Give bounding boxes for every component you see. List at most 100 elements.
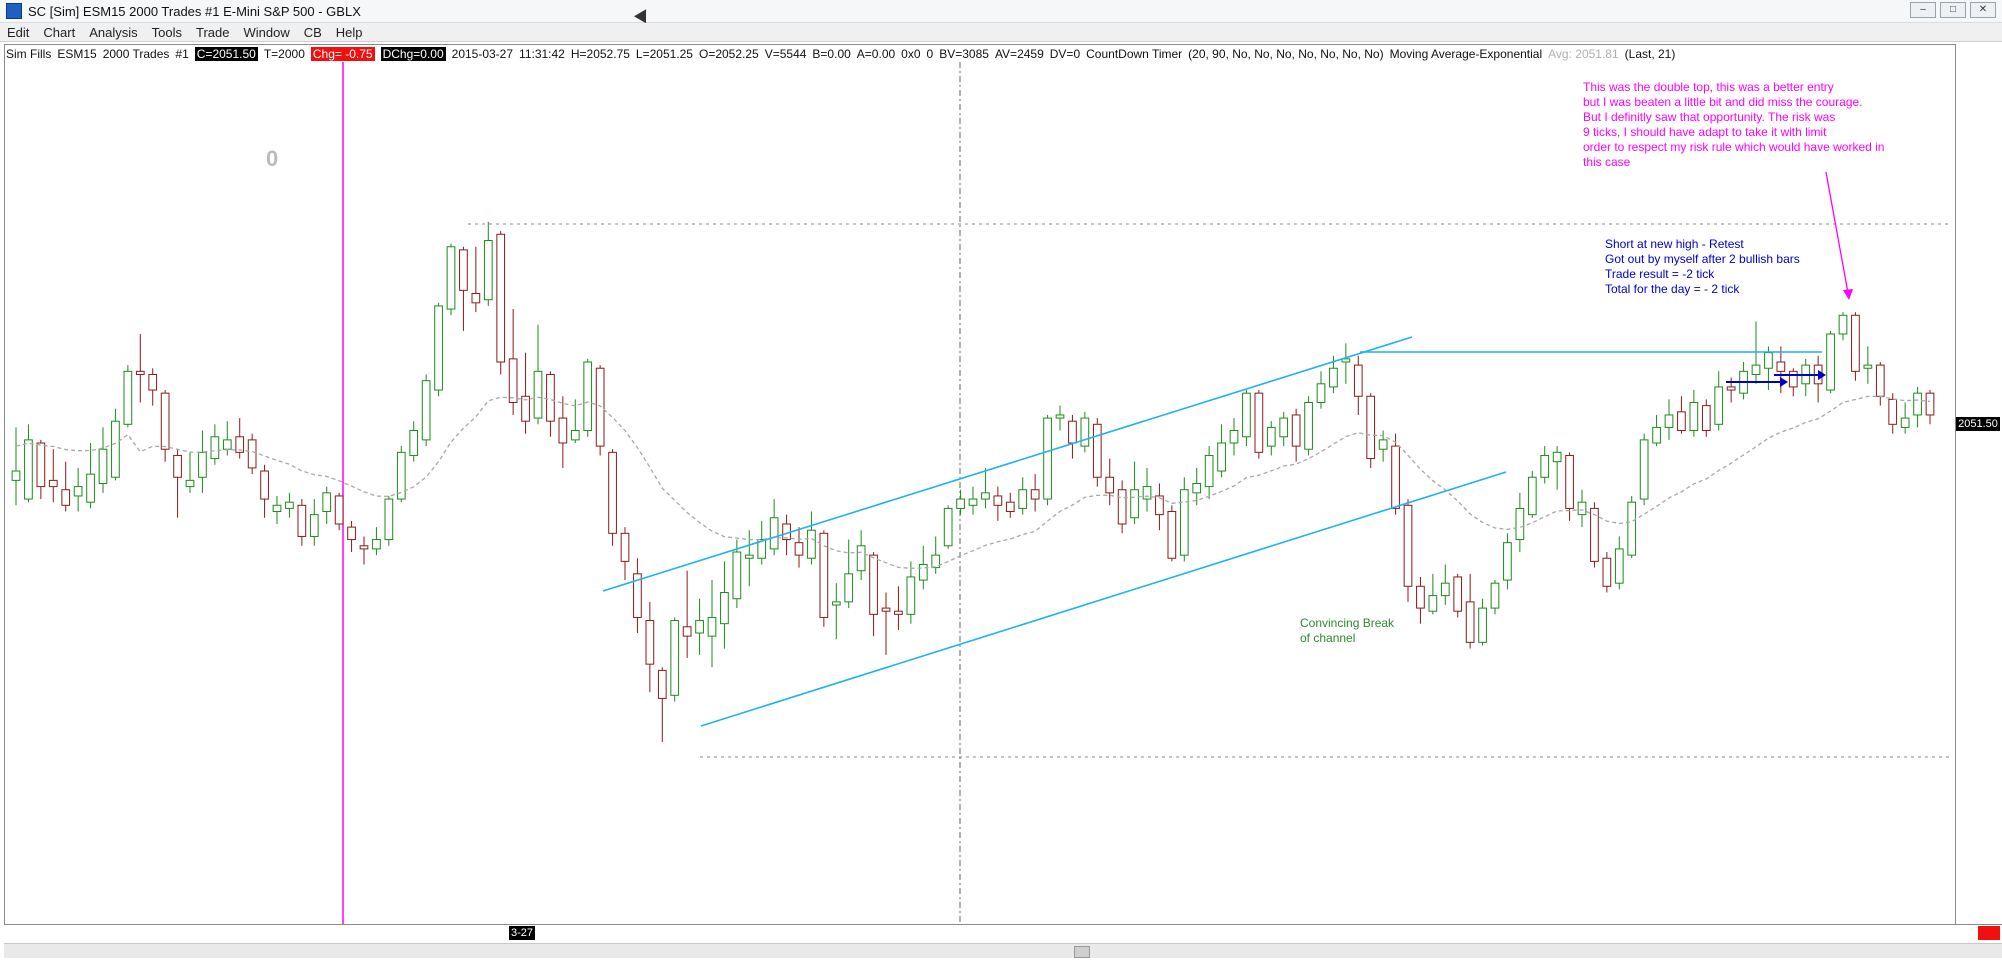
note-line: order to respect my risk rule which woul… <box>1583 140 1885 154</box>
candle-body <box>173 454 182 478</box>
candle-body <box>1863 364 1873 369</box>
price-axis[interactable] <box>1955 44 2002 924</box>
candle-body <box>1602 557 1612 587</box>
pointer-arrow-icon <box>1825 171 1849 294</box>
time-value: 11:31:42 <box>519 47 565 61</box>
candle-body <box>260 470 269 500</box>
candle-body <box>968 498 978 506</box>
candle-body <box>1329 367 1338 388</box>
candle-body <box>372 539 381 550</box>
date-value: 2015-03-27 <box>451 47 514 61</box>
candle-body <box>111 420 120 478</box>
candle-body <box>1565 454 1574 509</box>
candle-body <box>608 451 617 534</box>
horizontal-scrollbar[interactable] <box>4 943 2002 958</box>
candle-body <box>1875 364 1885 397</box>
candle-body <box>869 554 878 615</box>
candle-body <box>1627 501 1637 556</box>
bid-ask-size: 0x0 <box>901 47 921 61</box>
candle-body <box>61 489 71 506</box>
candle-body <box>48 479 58 488</box>
candle-body <box>1751 364 1761 375</box>
candle-body <box>347 526 356 541</box>
candle-body <box>123 370 133 425</box>
candle-body <box>1540 454 1550 478</box>
candle-body <box>1179 489 1189 556</box>
candle-body <box>309 514 319 537</box>
candle-body <box>384 498 394 541</box>
candle-body <box>682 626 692 637</box>
candle-body <box>483 240 493 301</box>
candle-body <box>1888 398 1898 425</box>
candle-body <box>297 504 307 537</box>
candle-body <box>409 430 419 456</box>
candle-body <box>794 542 804 556</box>
candle-body <box>1217 442 1226 472</box>
candle-body <box>185 479 195 488</box>
note-line: Short at new high - Retest <box>1605 237 1744 251</box>
change-value: Chg= -0.75 <box>310 47 375 61</box>
candle-body <box>1677 411 1686 432</box>
chart-number: #1 <box>175 47 189 61</box>
candle-body <box>744 554 754 559</box>
channel-upper-line <box>602 336 1413 592</box>
candle-body <box>1552 451 1562 463</box>
candle-body <box>1503 542 1512 581</box>
countdown-timer-label: CountDown Timer <box>1086 47 1183 61</box>
candle-body <box>334 495 344 525</box>
candle-body <box>1353 364 1363 397</box>
candle-body <box>1788 370 1798 388</box>
candle-body <box>1192 482 1202 494</box>
volume-value: V=5544 <box>764 47 807 61</box>
candle-body <box>570 430 580 441</box>
moving-average-value: Avg: 2051.81 <box>1548 47 1619 61</box>
candle-body <box>918 563 928 581</box>
candle-body <box>1701 405 1711 432</box>
candle-body <box>1092 423 1102 478</box>
candle-body <box>732 551 742 600</box>
candle-body <box>1416 585 1425 609</box>
candle-body <box>459 249 468 291</box>
ask-volume: AV=2459 <box>994 47 1044 61</box>
candle-body <box>1316 383 1326 403</box>
time-axis[interactable] <box>4 924 2002 943</box>
note-line: this case <box>1583 155 1631 169</box>
candle-body <box>1229 430 1239 444</box>
candle-body <box>1005 501 1015 513</box>
candle-body <box>496 233 506 363</box>
candle-body <box>1055 414 1065 419</box>
candle-body <box>198 451 207 478</box>
candle-body <box>1043 417 1052 500</box>
candle-body <box>1925 392 1935 416</box>
candle-body <box>943 507 953 547</box>
low-value: L=2051.25 <box>635 47 693 61</box>
candle-body <box>707 616 717 637</box>
candle-body <box>595 367 605 447</box>
zero-label: 0 <box>266 146 279 171</box>
candle-body <box>1105 476 1115 494</box>
note-line: But I definitly saw that opportunity. Th… <box>1583 110 1836 124</box>
candle-body <box>769 517 779 550</box>
candle-body <box>1838 314 1848 335</box>
candle-body <box>1279 417 1289 438</box>
note-line: but I was beaten a little bit and did mi… <box>1583 95 1863 109</box>
candle-body <box>98 448 108 484</box>
candle-body <box>508 358 518 404</box>
candle-body <box>1527 476 1537 516</box>
scrollbar-thumb[interactable] <box>1074 946 1090 958</box>
candle-body <box>831 601 841 606</box>
symbol-label: ESM15 <box>57 47 97 61</box>
candle-body <box>434 305 443 391</box>
candle-body <box>1776 361 1786 372</box>
candle-body <box>1614 548 1624 584</box>
note-line: Total for the day = - 2 tick <box>1605 282 1740 296</box>
date-marker-tag: 3-27 <box>509 926 535 940</box>
candle-body <box>1764 352 1773 369</box>
candle-body <box>533 370 543 419</box>
candle-body <box>24 439 33 500</box>
candle-body <box>135 370 145 375</box>
candle-body <box>396 451 406 500</box>
channel-break-note: Convincing Break of channel <box>1300 616 1394 646</box>
candle-body <box>956 498 965 509</box>
candle-body <box>471 292 481 304</box>
